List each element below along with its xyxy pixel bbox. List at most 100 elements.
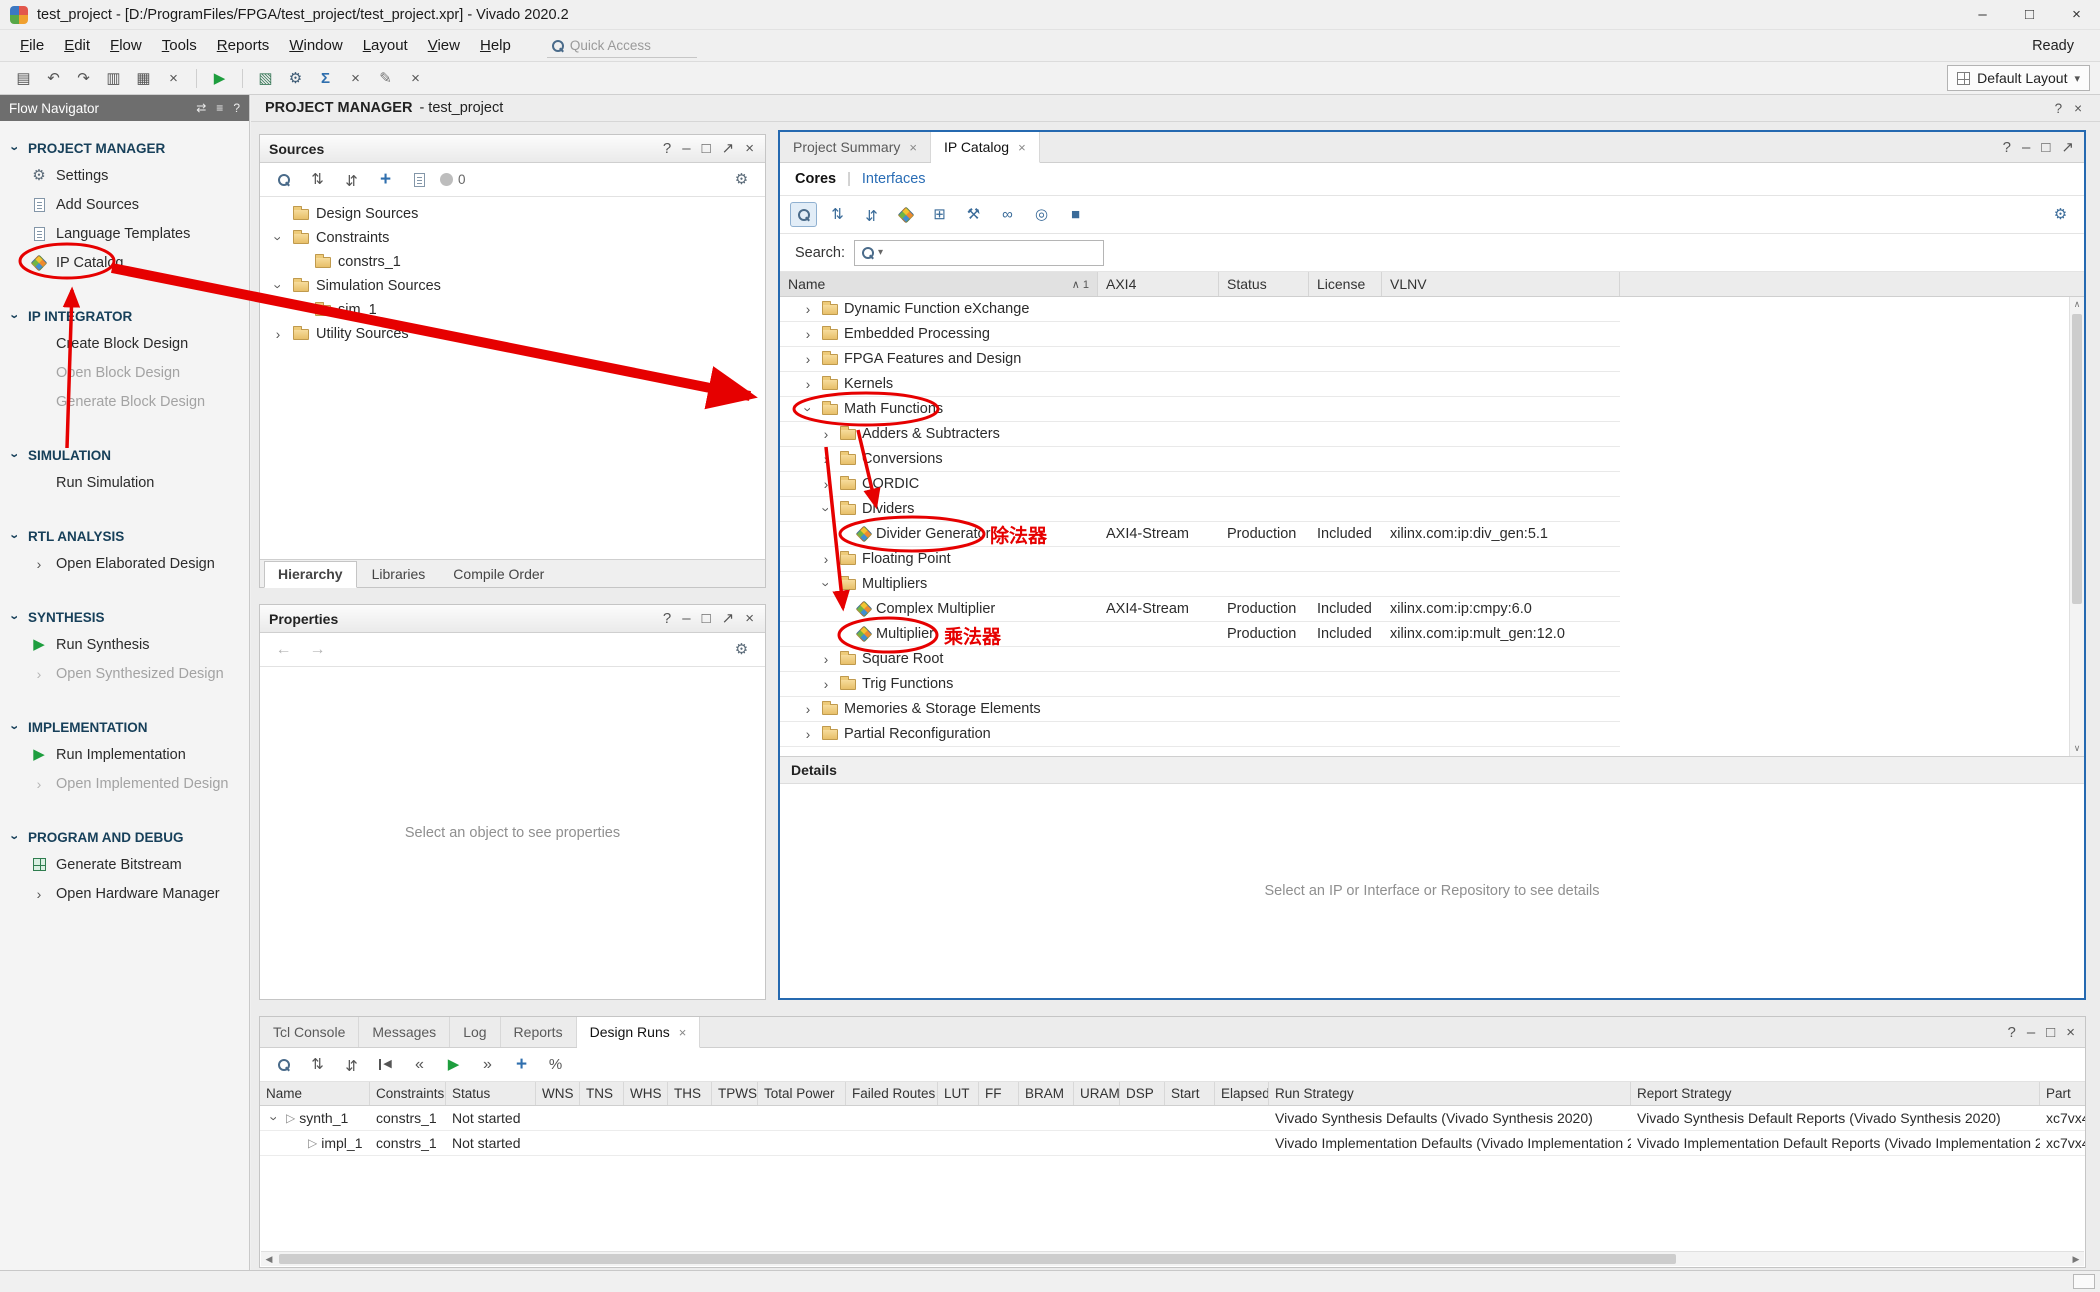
flow-item-language-templates[interactable]: Language Templates [0,219,249,248]
flow-item-create-block-design[interactable]: Create Block Design [0,329,249,358]
redo-button[interactable]: ↷ [70,66,97,91]
ip-row-multiplier[interactable]: MultiplierProductionIncludedxilinx.com:i… [780,622,1620,647]
runs-column-elapsed[interactable]: Elapsed [1215,1082,1269,1105]
ip-row-dynamic-function-exchange[interactable]: ›Dynamic Function eXchange [780,297,1620,322]
layout-selector[interactable]: Default Layout ▾ [1947,65,2090,91]
runs-column-ths[interactable]: THS [668,1082,712,1105]
flow-item-run-synthesis[interactable]: ▶Run Synthesis [0,630,249,659]
runs-column-report-strategy[interactable]: Report Strategy [1631,1082,2040,1105]
ip-row-kernels[interactable]: ›Kernels [780,372,1620,397]
runs-column-dsp[interactable]: DSP [1120,1082,1165,1105]
expand-all-button[interactable]: ⇅ [338,1052,365,1077]
chevron-down-icon[interactable]: › [271,278,286,294]
tab-project-summary[interactable]: Project Summary× [780,132,931,162]
edit-button[interactable]: ✎ [372,66,399,91]
runs-column-status[interactable]: Status [446,1082,536,1105]
chevron-right-icon[interactable]: › [818,652,834,667]
save-button[interactable]: ▤ [10,66,37,91]
tab-design-runs[interactable]: Design Runs× [577,1017,701,1048]
stop-button[interactable]: ■ [1062,202,1089,227]
maximize-button[interactable]: □ [702,611,711,626]
flow-section-header-synthesis[interactable]: ›SYNTHESIS [0,604,249,630]
doc-button[interactable] [406,167,433,192]
runs-column-tpws[interactable]: TPWS [712,1082,758,1105]
menu-window[interactable]: Window [279,32,352,59]
close-icon[interactable]: × [679,1025,687,1040]
chevron-right-icon[interactable]: › [818,452,834,467]
ip-row-adders-subtracters[interactable]: ›Adders & Subtracters [780,422,1620,447]
ip-row-fpga-features-and-design[interactable]: ›FPGA Features and Design [780,347,1620,372]
flow-item-open-synthesized-design[interactable]: ›Open Synthesized Design [0,659,249,688]
chevron-right-icon[interactable]: › [800,302,816,317]
flow-item-run-simulation[interactable]: Run Simulation [0,468,249,497]
float-button[interactable]: ↗ [722,141,735,156]
runs-column-ff[interactable]: FF [979,1082,1019,1105]
runs-column-whs[interactable]: WHS [624,1082,668,1105]
runs-column-uram[interactable]: URAM [1074,1082,1120,1105]
quick-access-input[interactable] [570,38,680,53]
scroll-left-icon[interactable]: ◀ [261,1254,277,1265]
tab-compile-order[interactable]: Compile Order [440,562,557,587]
window-maximize-button[interactable]: □ [2006,0,2053,30]
ip-row-trig-functions[interactable]: ›Trig Functions [780,672,1620,697]
run-row-impl-1[interactable]: ▷impl_1constrs_1Not startedVivado Implem… [260,1131,2085,1156]
scrollbar-track[interactable] [277,1252,2068,1266]
chevron-down-icon[interactable]: › [8,449,23,461]
chevron-down-icon[interactable]: › [819,501,834,517]
runs-column-constraints[interactable]: Constraints [370,1082,446,1105]
tab-ip-catalog[interactable]: IP Catalog× [931,132,1040,163]
ip-column-license[interactable]: License [1309,272,1382,296]
chevron-down-icon[interactable]: › [271,230,286,246]
minimize-button[interactable]: – [682,141,690,156]
minimize-button[interactable]: – [682,611,690,626]
close-icon[interactable]: × [909,140,917,155]
flow-item-settings[interactable]: ⚙Settings [0,161,249,190]
ip-filter-button[interactable] [892,202,919,227]
gear-button[interactable]: ⚙ [728,167,755,192]
search-button[interactable] [790,202,817,227]
expand-all-button[interactable]: ⇅ [858,202,885,227]
ip-row-memories-storage-elements[interactable]: ›Memories & Storage Elements [780,697,1620,722]
flow-item-run-implementation[interactable]: ▶Run Implementation [0,740,249,769]
chevron-down-icon[interactable]: › [819,576,834,592]
flow-item-open-implemented-design[interactable]: ›Open Implemented Design [0,769,249,798]
abort-button[interactable]: × [402,66,429,91]
menu-view[interactable]: View [418,32,470,59]
paste-button[interactable]: ▦ [130,66,157,91]
runs-column-total-power[interactable]: Total Power [758,1082,846,1105]
float-button[interactable]: ↗ [2061,140,2074,155]
ip-row-divider-generator[interactable]: Divider GeneratorAXI4-StreamProductionIn… [780,522,1620,547]
chevron-right-icon[interactable]: › [818,677,834,692]
tab-reports[interactable]: Reports [501,1017,577,1047]
run-row-synth-1[interactable]: ›▷synth_1constrs_1Not startedVivado Synt… [260,1106,2085,1131]
ip-search-box[interactable]: ▾ [854,240,1104,266]
flow-section-header-rtl-analysis[interactable]: ›RTL ANALYSIS [0,523,249,549]
flow-item-open-block-design[interactable]: Open Block Design [0,358,249,387]
maximize-button[interactable]: □ [2046,1025,2055,1040]
window-minimize-button[interactable]: – [1959,0,2006,30]
percent-button[interactable]: % [542,1052,569,1077]
undo-button[interactable]: ↶ [40,66,67,91]
sources-tree-item-constraints[interactable]: ›Constraints [260,226,765,250]
cancel-button[interactable]: × [342,66,369,91]
menu-reports[interactable]: Reports [207,32,280,59]
chevron-right-icon[interactable]: › [818,427,834,442]
sources-tree-item-simulation-sources[interactable]: ›Simulation Sources [260,274,765,298]
menu-flow[interactable]: Flow [100,32,152,59]
sources-tree-item-design-sources[interactable]: Design Sources [260,202,765,226]
report-button[interactable]: ▧ [252,66,279,91]
minimize-button[interactable]: – [2022,140,2030,155]
scroll-down-icon[interactable]: ∨ [2070,741,2084,756]
flow-item-add-sources[interactable]: Add Sources [0,190,249,219]
tab-messages[interactable]: Messages [359,1017,450,1047]
runs-column-lut[interactable]: LUT [938,1082,979,1105]
delete-button[interactable]: × [160,66,187,91]
sources-tree-item-utility-sources[interactable]: ›Utility Sources [260,322,765,346]
chevron-down-icon[interactable]: › [801,401,816,417]
add-grid-button[interactable]: ⊞ [926,202,953,227]
flow-item-generate-block-design[interactable]: Generate Block Design [0,387,249,416]
runs-column-run-strategy[interactable]: Run Strategy [1269,1082,1631,1105]
search-button[interactable] [270,1052,297,1077]
ip-row-conversions[interactable]: ›Conversions [780,447,1620,472]
fwd-button[interactable]: → [304,637,331,662]
